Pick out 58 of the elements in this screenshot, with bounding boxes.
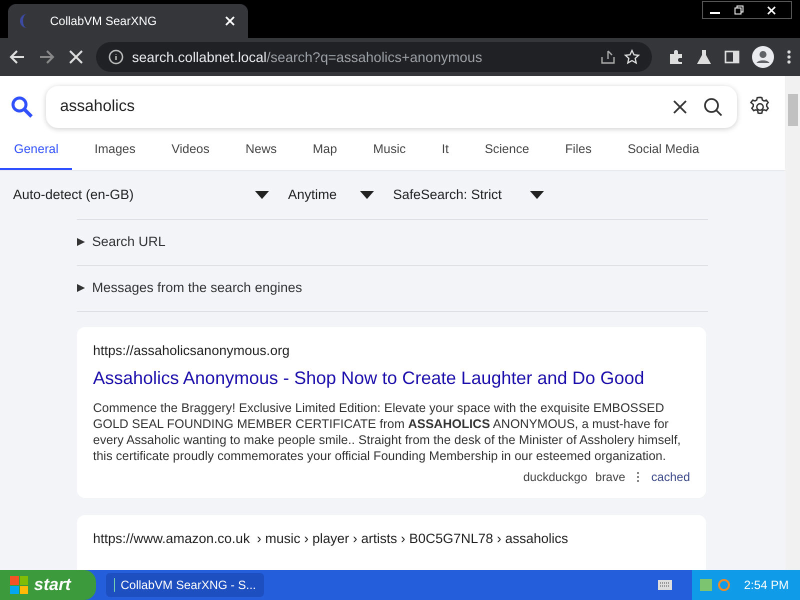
close-tab-button[interactable] [224,15,236,27]
address-bar[interactable]: search.collabnet.local/search?q=assaholics+anonymous [96,42,652,72]
info-icon [108,49,124,65]
url-text: search.collabnet.local/search?q=assaholics+anonymous [132,48,484,67]
result-url[interactable]: https://www.amazon.co.uk › music › player › artists › B0C5G7NL78 › assaholics [93,529,690,550]
separator-dots-icon [637,472,640,482]
category-tab[interactable]: General [0,138,72,170]
dropdown-caret-icon [359,190,375,200]
category-tab[interactable]: It [428,138,463,170]
search-logo-icon [10,95,34,119]
scrollbar[interactable] [785,76,800,570]
windows-logo-icon [10,576,28,594]
clear-icon[interactable] [673,100,687,114]
category-tab[interactable]: Videos [157,138,224,170]
forward-icon[interactable] [38,48,56,66]
engine-label: brave [595,469,626,486]
flask-icon[interactable] [696,49,712,65]
result-title-link[interactable]: Assaholics Anonymous - Shop Now to Create Laughter and Do Good [93,365,690,392]
menu-icon[interactable] [786,49,792,65]
search-field[interactable]: assaholics [46,86,737,128]
engine-label: duckduckgo [523,469,588,486]
filter-dropdown[interactable]: Auto-detect (en-GB) [13,184,270,205]
side-panel-icon[interactable] [724,49,740,65]
category-tab[interactable]: Science [470,138,544,170]
dropdown-caret-icon [254,190,270,200]
keyboard-icon[interactable] [658,580,672,590]
result-url[interactable]: https://assaholicsanonymous.org [93,340,690,361]
scroll-thumb[interactable] [788,94,798,126]
restore-icon [734,5,744,15]
search-icon[interactable] [703,97,723,117]
clock: 2:54 PM [744,577,789,594]
dropdown-caret-icon [529,190,545,200]
filter-dropdown[interactable]: SafeSearch: Strict [393,184,545,205]
cached-link[interactable]: cached [651,468,690,486]
puzzle-icon[interactable] [668,49,684,65]
details-toggle[interactable]: Messages from the search engines [77,278,302,298]
close-icon [225,16,235,26]
stop-icon[interactable] [68,49,84,65]
triangle-icon [77,238,85,246]
start-button[interactable]: start [0,570,96,600]
close-icon [766,6,776,14]
browser-tab[interactable]: CollabVM SearXNG [8,4,248,38]
category-tab[interactable]: Map [298,138,352,170]
profile-avatar-icon[interactable] [752,46,774,68]
taskbar-window-button[interactable]: CollabVM SearXNG - S... [106,573,264,597]
triangle-icon [77,284,85,292]
back-icon[interactable] [8,48,26,66]
filter-dropdown[interactable]: Anytime [288,184,375,205]
result-snippet: Commence the Braggery! Exclusive Limited Edition: Elevate your space with the exquisite EMBOSSED GOLD SEAL FOUNDING MEMBER CERTIFICATE from ASSAHOLICS ANONYMOUS, a must-have for every Assaholic wanting to make people smile.. Straight from the desk of the Minister of Assholery himself, this certificate proudly commemorates your official Founding Membership in our esteemed organization. [93,400,682,464]
details-toggle[interactable]: Search URL [77,232,166,252]
category-tab[interactable]: Social Media [614,138,714,170]
category-tab[interactable]: News [231,138,291,170]
category-tab[interactable]: Music [359,138,420,170]
bookmark-star-icon[interactable] [624,49,640,65]
category-tab[interactable]: Files [551,138,606,170]
category-tab[interactable]: Images [80,138,150,170]
tab-title: CollabVM SearXNG [50,13,158,30]
share-icon[interactable] [600,49,616,65]
